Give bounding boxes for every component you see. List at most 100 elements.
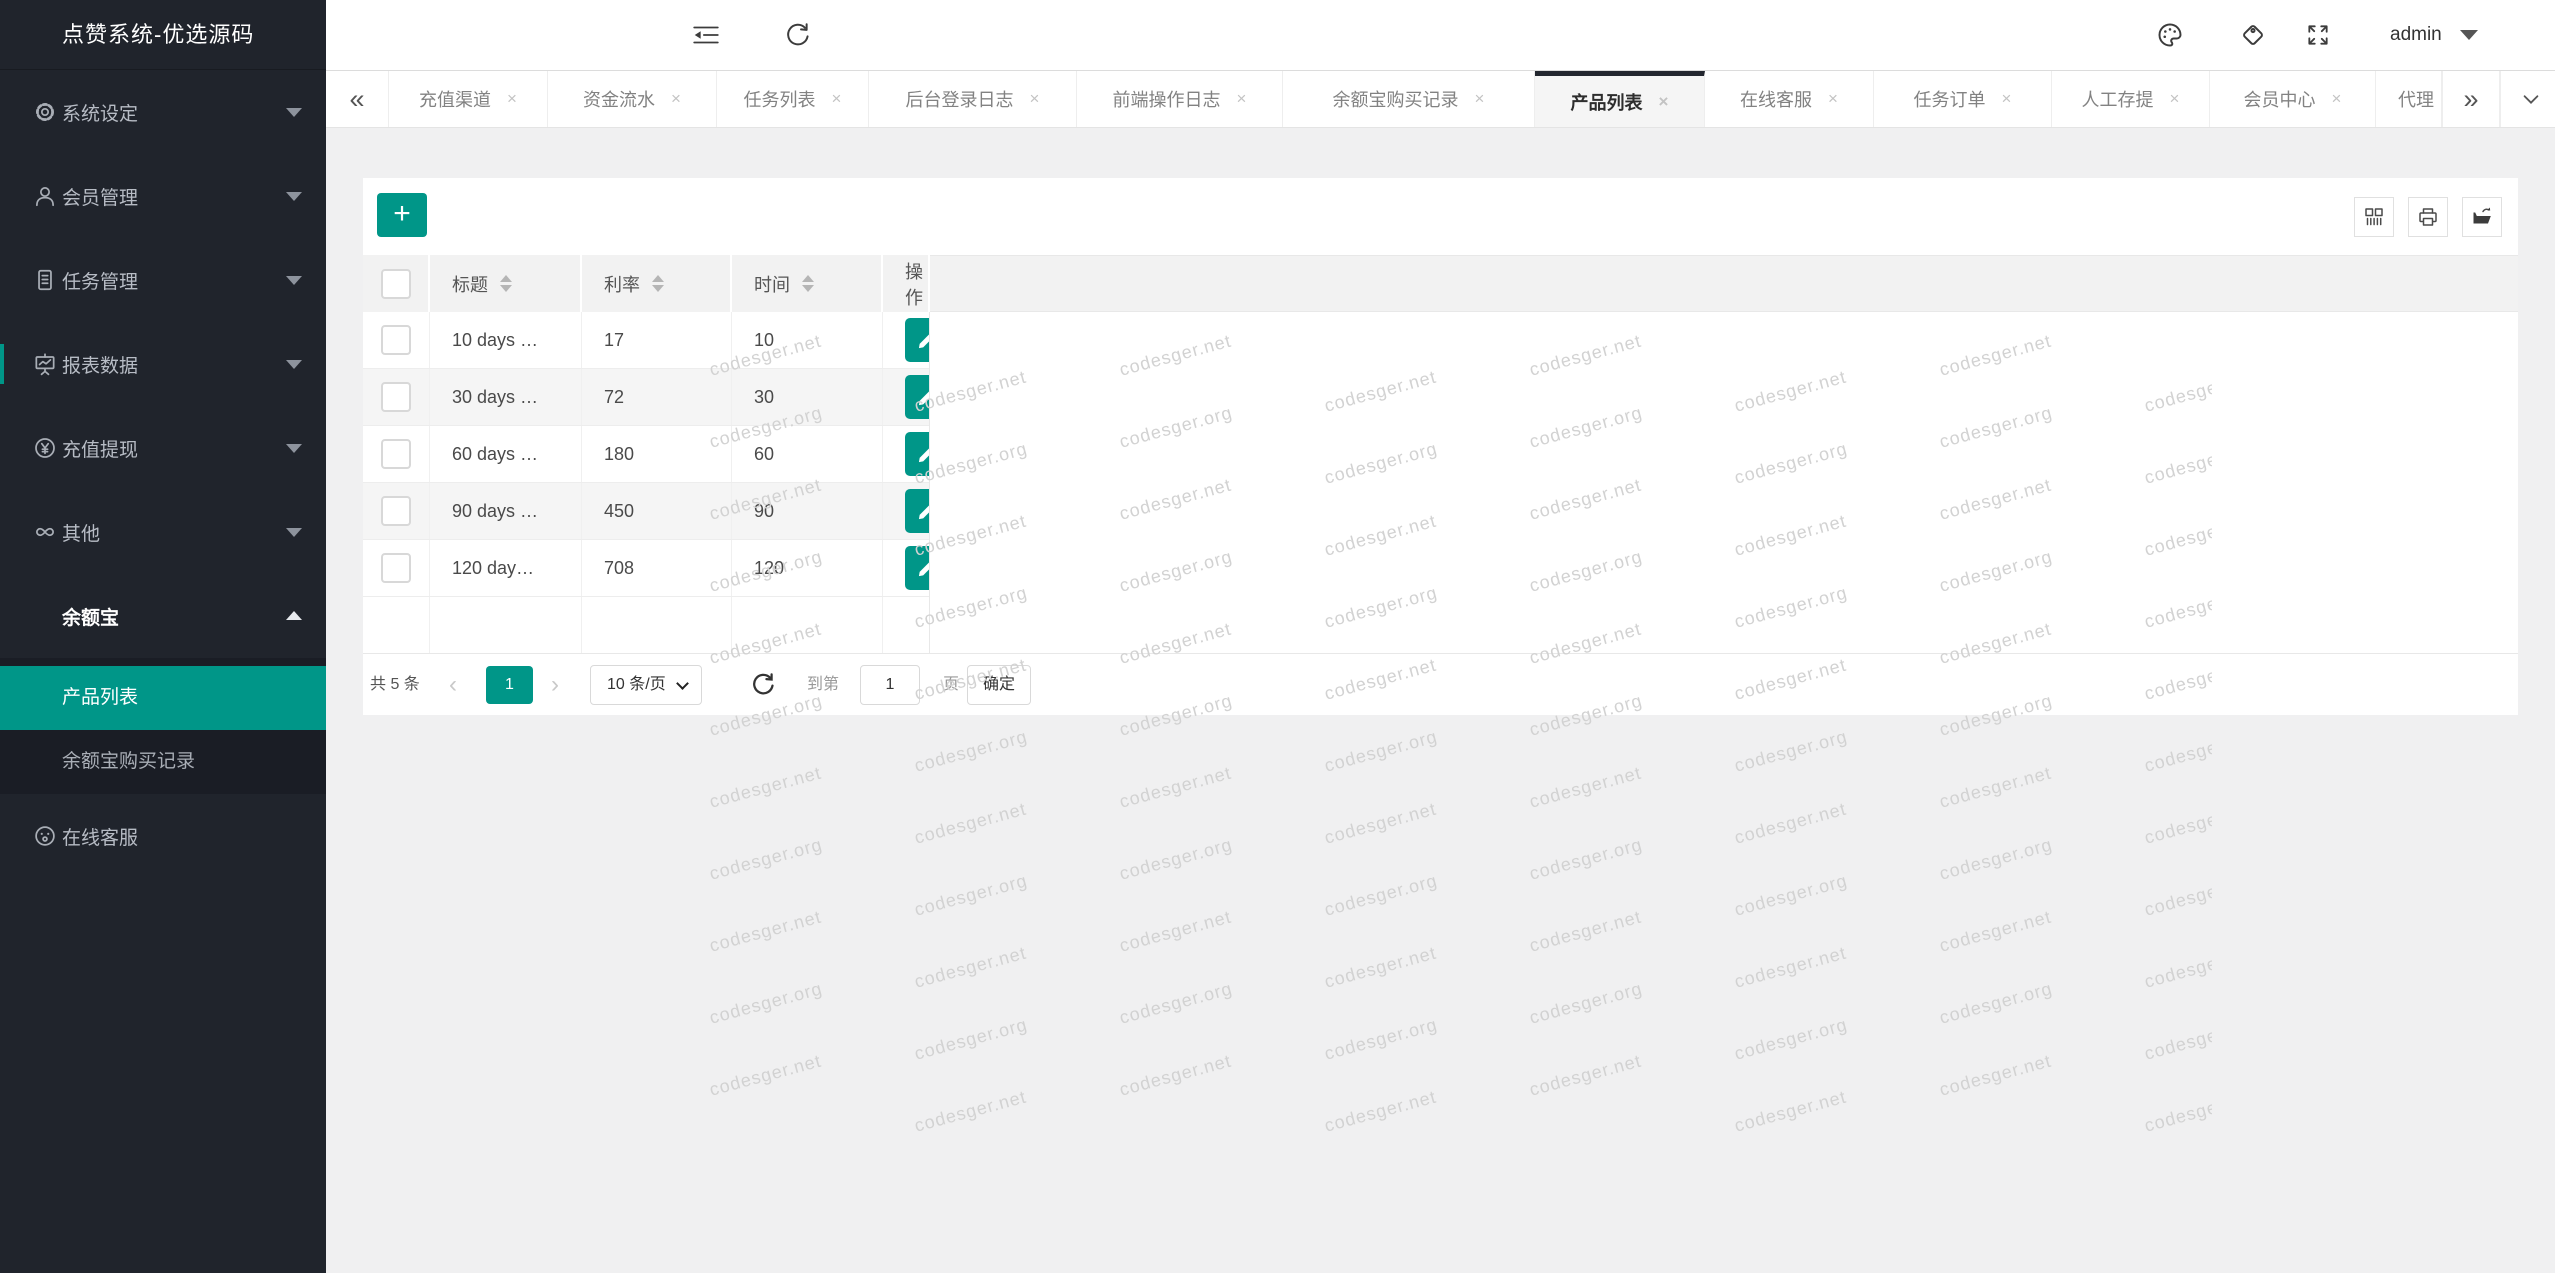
tabs-scroll-right-button[interactable]: » (2442, 71, 2500, 127)
actions-cell (883, 312, 930, 368)
table-cell: 17 (582, 312, 732, 368)
edit-button[interactable] (905, 318, 930, 362)
table-cell: 90 (732, 483, 883, 539)
close-icon[interactable]: × (1237, 89, 1247, 109)
watermark-text: codesger.net (1117, 1051, 1234, 1101)
watermark-text: codesger.org (2142, 870, 2212, 920)
sidebar-subitem[interactable]: 产品列表 (0, 666, 326, 730)
table-cell: 450 (582, 483, 732, 539)
tab-item[interactable]: 充值渠道× (389, 71, 548, 127)
edit-button[interactable] (905, 546, 930, 590)
chevron-up-icon (286, 611, 302, 620)
sidebar-item[interactable]: 会员管理 (0, 154, 326, 238)
tab-item[interactable]: 会员中心 × (2210, 71, 2376, 127)
sidebar-item-label: 其他 (62, 519, 100, 546)
row-checkbox[interactable] (381, 325, 411, 355)
column-label: 操作 (905, 258, 928, 310)
row-checkbox[interactable] (381, 496, 411, 526)
select-all-checkbox[interactable] (381, 269, 411, 299)
close-icon[interactable]: × (2002, 89, 2012, 109)
pagination-refresh-icon[interactable] (750, 671, 777, 703)
table-row: 10 days …1710 (363, 312, 929, 369)
sidebar-item[interactable]: 充值提现 (0, 406, 326, 490)
tab-item[interactable]: 资金流水× (548, 71, 717, 127)
fullscreen-icon[interactable] (2292, 0, 2344, 70)
sidebar-item[interactable]: 任务管理 (0, 238, 326, 322)
user-menu[interactable]: admin (2390, 0, 2478, 70)
sidebar-item-label: 系统设定 (62, 99, 138, 126)
sort-icon[interactable] (802, 275, 814, 292)
page-size-select[interactable]: 10 条/页 (590, 665, 702, 705)
columns-icon[interactable] (2354, 197, 2394, 237)
close-icon[interactable]: × (1828, 89, 1838, 109)
prev-page-button[interactable]: ‹ (449, 654, 457, 715)
close-icon[interactable]: × (671, 89, 681, 109)
sidebar-group-yuebao[interactable]: 余额宝 (0, 574, 326, 658)
tab-item[interactable]: 前端操作日志× (1077, 71, 1283, 127)
empty-cell (363, 597, 430, 653)
pencil-icon (916, 329, 930, 351)
close-icon[interactable]: × (507, 89, 517, 109)
tab-label: 会员中心 (2244, 86, 2316, 112)
sort-icon[interactable] (500, 275, 512, 292)
tabs-menu-button[interactable] (2500, 71, 2555, 127)
edit-button[interactable] (905, 489, 930, 533)
tab-active[interactable]: 产品列表× (1535, 71, 1705, 127)
sort-icon[interactable] (652, 275, 664, 292)
watermark-text: codesger.org (1322, 870, 1440, 920)
row-checkbox[interactable] (381, 553, 411, 583)
tab-item[interactable]: 代理 (2376, 71, 2442, 127)
row-select-cell (363, 426, 430, 482)
export-icon[interactable] (2462, 197, 2502, 237)
sidebar-item-online-service[interactable]: 在线客服 (0, 794, 326, 878)
empty-cell (430, 597, 582, 653)
total-count-label: 共 5 条 (370, 654, 420, 715)
close-icon[interactable]: × (1659, 92, 1669, 112)
sidebar-subitem[interactable]: 余额宝购买记录 (0, 730, 326, 794)
table-cell: 90 days … (430, 483, 582, 539)
close-icon[interactable]: × (2332, 89, 2342, 109)
print-icon[interactable] (2408, 197, 2448, 237)
row-checkbox[interactable] (381, 439, 411, 469)
next-page-button[interactable]: › (551, 654, 559, 715)
tab-label: 任务列表 (744, 86, 816, 112)
close-icon[interactable]: × (1030, 89, 1040, 109)
palette-icon[interactable] (2144, 0, 2196, 70)
add-product-button[interactable]: + (377, 193, 427, 237)
double-chevron-left-icon: « (349, 84, 364, 115)
tab-item[interactable]: 人工存提× (2052, 71, 2210, 127)
sidebar-item-label: 报表数据 (62, 351, 138, 378)
row-checkbox[interactable] (381, 382, 411, 412)
close-icon[interactable]: × (2170, 89, 2180, 109)
watermark-text: codesger.org (1527, 978, 1645, 1028)
watermark-text: codesger.org (912, 870, 1030, 920)
pencil-icon (916, 386, 930, 408)
watermark-text: codesger.org (1322, 1014, 1440, 1064)
table-cell: 10 (732, 312, 883, 368)
watermark-text: codesger.net (2142, 799, 2212, 849)
table-row: 120 day…708120 (363, 540, 929, 597)
goto-page-input[interactable]: 1 (860, 665, 920, 705)
table-cell: 60 days … (430, 426, 582, 482)
sidebar-item[interactable]: 系统设定 (0, 70, 326, 154)
close-icon[interactable]: × (1475, 89, 1485, 109)
refresh-icon[interactable] (770, 0, 826, 70)
tab-item[interactable]: 任务订单× (1874, 71, 2052, 127)
confirm-button[interactable]: 确定 (967, 665, 1031, 705)
tab-item[interactable]: 余额宝购买记录× (1283, 71, 1535, 127)
table-cell: 30 (732, 369, 883, 425)
tab-item[interactable]: 后台登录日志× (869, 71, 1077, 127)
tab-item[interactable]: 在线客服× (1705, 71, 1874, 127)
edit-button[interactable] (905, 432, 930, 476)
close-icon[interactable]: × (832, 89, 842, 109)
tag-icon[interactable] (2227, 0, 2279, 70)
edit-button[interactable] (905, 375, 930, 419)
sidebar-item[interactable]: 其他 (0, 490, 326, 574)
collapse-sidebar-icon[interactable] (678, 0, 734, 70)
empty-cell (732, 597, 883, 653)
goto-page-label: 到第 (807, 654, 839, 715)
sidebar-item[interactable]: 报表数据 (0, 322, 326, 406)
tab-item[interactable]: 任务列表 × (717, 71, 869, 127)
tabs-scroll-left-button[interactable]: « (326, 71, 389, 127)
current-page-button[interactable]: 1 (486, 666, 533, 704)
